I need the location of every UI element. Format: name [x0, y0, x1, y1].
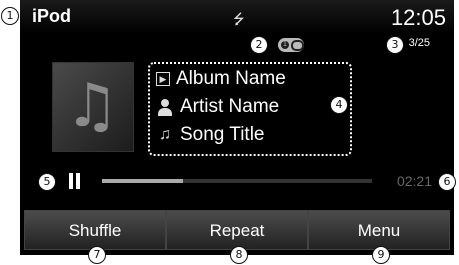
- album-row: ▶ Album Name: [156, 68, 286, 94]
- callout-2: 2: [250, 36, 268, 54]
- music-note-icon: ♫: [65, 71, 119, 141]
- screen-title: iPod: [32, 6, 71, 26]
- callout-6: 6: [438, 173, 456, 191]
- album-icon: ▶: [156, 71, 170, 86]
- artist-icon: [156, 98, 174, 116]
- callout-4: 4: [330, 96, 348, 114]
- callout-7: 7: [88, 246, 106, 264]
- callout-1: 1: [1, 7, 19, 25]
- callout-8: 8: [230, 246, 248, 264]
- elapsed-time: 02:21: [396, 173, 432, 189]
- shuffle-button[interactable]: Shuffle: [24, 210, 166, 250]
- progress-fill: [102, 179, 183, 183]
- song-row: ♫ Song Title: [156, 124, 265, 150]
- usb-icon: ⭍: [233, 11, 245, 27]
- artist-name: Artist Name: [180, 96, 280, 117]
- pause-icon[interactable]: [68, 173, 82, 189]
- progress-bar[interactable]: [102, 179, 372, 183]
- repeat-button[interactable]: Repeat: [166, 210, 308, 250]
- repeat-one-icon: 1: [278, 38, 304, 52]
- song-icon: ♫: [159, 125, 171, 143]
- track-info: ▶ Album Name Artist Name ♫ Song Title: [148, 62, 352, 156]
- callout-3: 3: [386, 36, 404, 54]
- callout-5: 5: [38, 173, 56, 191]
- clock: 12:05: [390, 5, 446, 30]
- album-art: ♫: [52, 62, 134, 152]
- artist-row: Artist Name: [156, 96, 279, 122]
- top-bar: iPod ⭍ 12:05: [20, 0, 454, 34]
- menu-button[interactable]: Menu: [308, 210, 450, 250]
- album-name: Album Name: [176, 68, 286, 89]
- track-counter: 3/25: [408, 37, 430, 49]
- song-title: Song Title: [180, 124, 265, 145]
- callout-9: 9: [372, 246, 390, 264]
